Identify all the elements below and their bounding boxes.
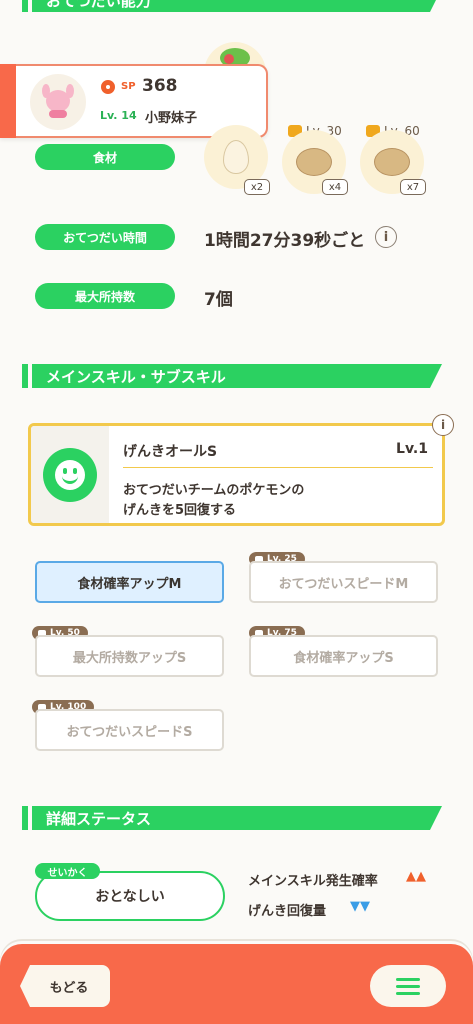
ingredient-multiplier-2: x4: [322, 179, 348, 195]
main-skill-level: Lv.1: [396, 441, 428, 457]
main-skill-desc-2: げんきを5回復する: [123, 503, 237, 518]
sp-icon: [101, 80, 115, 94]
info-icon[interactable]: i: [375, 226, 397, 248]
subskill-1[interactable]: 食材確率アップM: [35, 561, 224, 603]
sp-value: 368: [142, 76, 178, 96]
subskill-4[interactable]: 食材確率アップS: [249, 635, 438, 677]
pokemon-avatar: [30, 74, 86, 130]
popup-accent-strip: [0, 64, 16, 138]
pokemon-level: Lv. 14: [100, 109, 137, 122]
section-title: メインスキル・サブスキル: [32, 364, 442, 388]
potato-icon: [374, 148, 410, 176]
pokemon-nickname: 小野妹子: [145, 111, 198, 126]
subskill-5[interactable]: おてつだいスピードS: [35, 709, 224, 751]
section-bar: [22, 806, 28, 830]
max-carry-label: 最大所持数: [35, 283, 175, 309]
sp-label: SP: [121, 81, 136, 92]
skill-icon-panel: [31, 426, 109, 523]
help-time-value: 1時間27分39秒ごと: [204, 231, 366, 251]
ingredient-label: 食材: [35, 144, 175, 170]
main-skill-card[interactable]: げんきオールS Lv.1 おてつだいチームのポケモンの げんきを5回復する: [28, 423, 445, 526]
section-header-details: 詳細ステータス: [22, 806, 442, 830]
ingredient-multiplier-1: x2: [244, 179, 270, 195]
nature-down-marks: ▼▼: [350, 899, 370, 914]
main-skill-desc-1: おてつだいチームのポケモンの: [123, 483, 305, 498]
skill-info-icon[interactable]: i: [432, 414, 454, 436]
nature-up-label: メインスキル発生確率: [248, 874, 378, 889]
section-bar: [22, 0, 28, 12]
potato-icon: [296, 148, 332, 176]
nature-down-label: げんき回復量: [248, 904, 327, 919]
nature-tag: せいかく: [35, 863, 100, 879]
nature-up-marks: ▲▲: [406, 869, 426, 884]
menu-icon: [396, 977, 420, 995]
max-carry-value: 7個: [204, 290, 233, 310]
back-button[interactable]: もどる: [20, 965, 110, 1007]
section-bar: [22, 364, 28, 388]
section-title: 詳細ステータス: [32, 806, 442, 830]
egg-icon: [223, 140, 249, 174]
back-label: もどる: [49, 980, 89, 996]
main-skill-name: げんきオールS: [123, 444, 218, 460]
section-header-help-ability: おてつだい能力: [22, 0, 442, 12]
section-header-skills: メインスキル・サブスキル: [22, 364, 442, 388]
subskill-2[interactable]: おてつだいスピードM: [249, 561, 438, 603]
ingredient-multiplier-3: x7: [400, 179, 426, 195]
nature-value: おとなしい: [95, 889, 165, 905]
help-time-label: おてつだい時間: [35, 224, 175, 250]
footer-bar: もどる: [0, 944, 473, 1024]
section-title: おてつだい能力: [32, 0, 442, 12]
skill-divider: [123, 467, 433, 468]
subskill-3[interactable]: 最大所持数アップS: [35, 635, 224, 677]
menu-button[interactable]: [370, 965, 446, 1007]
smile-icon: [43, 448, 97, 502]
